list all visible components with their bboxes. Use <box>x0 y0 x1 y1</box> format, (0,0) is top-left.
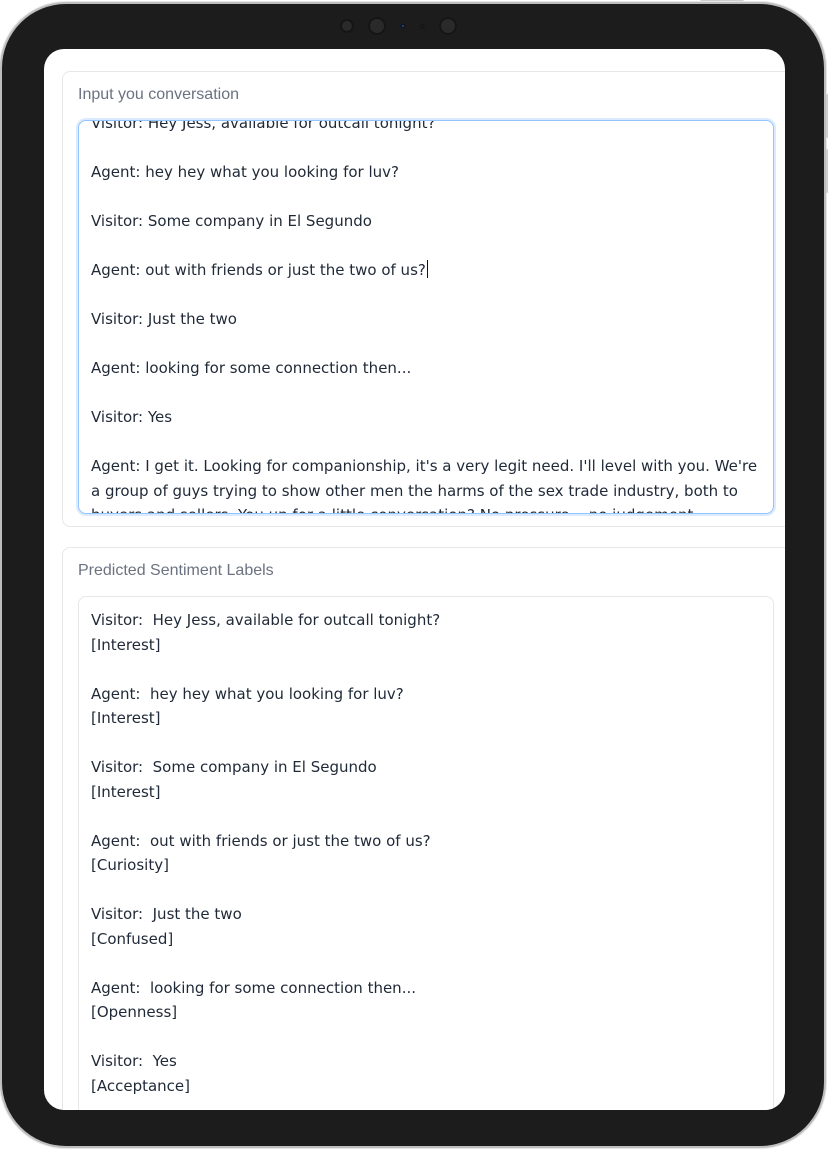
sensor-icon <box>340 19 354 33</box>
conversation-input[interactable]: Visitor: Hey Jess, available for outcall… <box>78 120 774 514</box>
camera-icon <box>368 17 386 35</box>
output-panel-label: Predicted Sentiment Labels <box>78 562 274 579</box>
sentiment-entry: Agent: out with friends or just the two … <box>91 829 759 878</box>
sentiment-label: [Acceptance] <box>91 1076 191 1095</box>
entry-message: Agent: hey hey what you looking for luv? <box>91 684 404 703</box>
camera-bar <box>340 16 490 36</box>
entry-message: Visitor: Hey Jess, available for outcall… <box>91 611 441 629</box>
screen: Input you conversation Visitor: Hey Jess… <box>44 49 785 1110</box>
sentiment-label: [Interest] <box>91 782 161 801</box>
conversation-line: Agent: I get it. Looking for companionsh… <box>91 457 758 513</box>
text-caret <box>426 260 428 278</box>
output-panel: Predicted Sentiment Labels Visitor: Hey … <box>62 547 785 1110</box>
conversation-line: Agent: hey hey what you looking for luv? <box>91 163 400 181</box>
sentiment-entry: Agent: hey hey what you looking for luv?… <box>91 682 759 731</box>
sensor-dot-icon <box>420 23 425 29</box>
conversation-line: Visitor: Just the two <box>91 310 237 328</box>
power-button <box>700 0 744 1</box>
conversation-input-text[interactable]: Visitor: Hey Jess, available for outcall… <box>91 120 759 513</box>
sentiment-entry: Visitor: Yes [Acceptance] <box>91 1049 759 1098</box>
conversation-line: Agent: out with friends or just the two … <box>91 260 428 279</box>
tablet-frame: Input you conversation Visitor: Hey Jess… <box>2 0 828 1146</box>
conversation-line: Agent: looking for some connection then.… <box>91 359 412 377</box>
sentiment-label: [Confused] <box>91 929 174 948</box>
entry-message: Agent: out with friends or just the two … <box>91 831 431 850</box>
input-panel: Input you conversation Visitor: Hey Jess… <box>62 71 785 527</box>
sentiment-label: [Interest] <box>91 709 161 727</box>
entry-message: Agent: looking for some connection then.… <box>91 978 416 997</box>
sentiment-entry: Visitor: Just the two [Confused] <box>91 902 759 951</box>
sentiment-label: [Curiosity] <box>91 856 169 874</box>
input-panel-label: Input you conversation <box>78 86 239 103</box>
sentiment-entry: Agent: looking for some connection then.… <box>91 976 759 1025</box>
entry-message: Visitor: Some company in El Segundo <box>91 758 377 776</box>
indicator-light-icon <box>400 23 406 29</box>
conversation-line: Visitor: Yes <box>91 408 173 426</box>
entry-message: Visitor: Just the two <box>91 905 242 923</box>
camera-lens-icon <box>439 17 457 35</box>
sentiment-entry: Visitor: Hey Jess, available for outcall… <box>91 608 759 657</box>
sentiment-output[interactable]: Visitor: Hey Jess, available for outcall… <box>78 596 774 1110</box>
sentiment-output-text: Visitor: Hey Jess, available for outcall… <box>91 608 759 1110</box>
conversation-line: Visitor: Some company in El Segundo <box>91 212 372 230</box>
conversation-line: Visitor: Hey Jess, available for outcall… <box>91 120 436 132</box>
sentiment-label: [Openness] <box>91 1003 178 1021</box>
sentiment-entry: Visitor: Some company in El Segundo [Inte… <box>91 755 759 804</box>
entry-message: Visitor: Yes <box>91 1052 177 1070</box>
sentiment-label: [Interest] <box>91 635 161 654</box>
